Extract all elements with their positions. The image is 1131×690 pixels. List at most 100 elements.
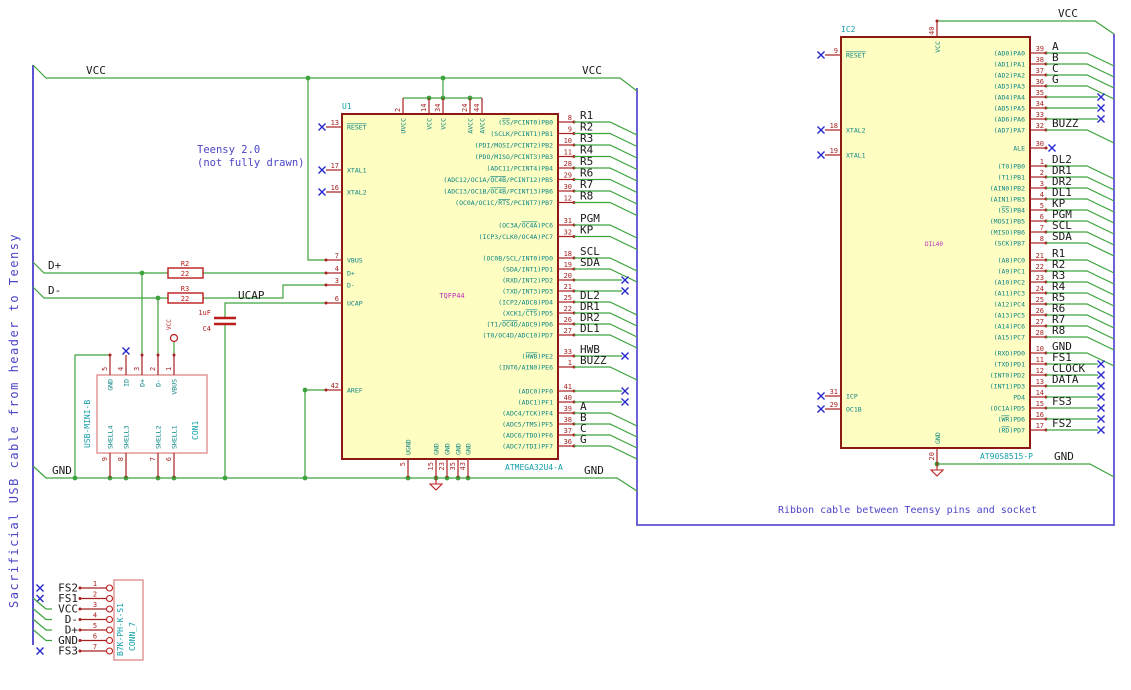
note-teensy-line2: (not fully drawn) — [197, 157, 304, 169]
pin-name: (ADC0)PF0 — [518, 388, 553, 396]
resistor-r2[interactable]: R222 — [167, 260, 204, 279]
pin-number: 7 — [93, 643, 97, 651]
pin-name: UGND — [405, 439, 413, 455]
net-label-fs3[interactable]: FS3 — [58, 645, 78, 658]
net-label-gnd[interactable]: GND — [1054, 450, 1074, 463]
pin-name: ALE — [1013, 145, 1025, 153]
pin-name: VCC — [440, 118, 448, 130]
pin-number: 15 — [427, 462, 435, 470]
no-connect-icon — [1097, 104, 1105, 112]
net-label-fs2[interactable]: FS2 — [1052, 417, 1072, 430]
pin-name: AREF — [347, 387, 363, 395]
conn7-header-symbol[interactable]: B7K-PH-K-S1 CONN_7 1 2 3 4 5 6 7 — [80, 579, 144, 661]
pin-name: D- — [155, 379, 163, 387]
pin-name: (MOSI)PB5 — [990, 218, 1025, 226]
net-label-g[interactable]: G — [580, 433, 587, 446]
pin-name: VCC — [426, 118, 434, 130]
net-label-data[interactable]: DATA — [1052, 373, 1079, 386]
net-label-buzz[interactable]: BUZZ — [1052, 117, 1079, 130]
net-label-vcc[interactable]: VCC — [86, 64, 106, 77]
net-label-sda[interactable]: SDA — [1052, 230, 1072, 243]
conn7-part-number: B7K-PH-K-S1 — [116, 603, 125, 656]
net-label-gnd[interactable]: GND — [52, 464, 72, 477]
ic2-part-number: AT90S8515-P — [980, 452, 1033, 461]
pin-number: 39 — [564, 405, 572, 413]
pin-name: UCAP — [347, 300, 363, 308]
ic2-at90s8515-symbol[interactable]: IC2DIL40AT90S8515-P40VCC20GND9RESET18XTA… — [825, 21, 1046, 464]
pin-number: 40 — [928, 27, 936, 35]
net-label-g[interactable]: G — [1052, 73, 1059, 86]
pin-circle — [105, 626, 114, 634]
pin-number: 31 — [830, 388, 838, 396]
net-label-dplus[interactable]: D+ — [48, 259, 62, 272]
pin-circle — [105, 605, 114, 613]
pin-name: (HWB)PE2 — [522, 353, 553, 361]
net-label-vcc[interactable]: VCC — [582, 64, 602, 77]
pin-name: (INT1)PD3 — [990, 383, 1025, 391]
conn7-reference: CONN_7 — [128, 622, 137, 651]
pin-number: 25 — [1036, 296, 1044, 304]
pin-number: 21 — [564, 283, 572, 291]
gnd-power-symbol-ic2[interactable] — [929, 464, 945, 477]
junction-dot — [222, 475, 228, 481]
resistor-value: 22 — [181, 270, 189, 278]
note-teensy-line1: Teensy 2.0 — [197, 144, 260, 156]
net-label-vcc[interactable]: VCC — [1058, 7, 1078, 20]
net-label-gnd[interactable]: GND — [584, 464, 604, 477]
pin-number: 33 — [1036, 111, 1044, 119]
pin-name: (SS)PB4 — [998, 207, 1025, 215]
usb-mini-b-connector-symbol[interactable]: 5 GND 4 ID 3 D+ 2 D- 1 VBUS 9 SHELL4 8 SHELL3 7 SHELL2 6… — [83, 355, 208, 478]
net-label-ucap[interactable]: UCAP — [238, 289, 265, 302]
capacitor-c4[interactable]: 1uF C4 — [198, 309, 236, 333]
vcc-power-symbol[interactable]: VCC — [166, 319, 179, 343]
net-label-fs3[interactable]: FS3 — [1052, 395, 1072, 408]
pin-name: (ADC5/TMS)PF5 — [502, 421, 553, 429]
pin-number: 9 — [568, 126, 572, 134]
net-label-r8[interactable]: R8 — [1052, 324, 1065, 337]
net-label-r8[interactable]: R8 — [580, 190, 593, 203]
u1-atmega32u4-symbol[interactable]: U1TQFP44ATMEGA32U4-A2UVCC14VCC34VCC24AVC… — [326, 98, 574, 478]
no-connect-icon — [1097, 415, 1105, 423]
resistor-r3[interactable]: R322 — [167, 285, 204, 304]
junction-dot — [139, 270, 145, 276]
net-label-buzz[interactable]: BUZZ — [580, 354, 607, 367]
pin-name: RESET — [347, 124, 367, 132]
wire — [32, 64, 638, 92]
gnd-power-symbol-u1[interactable] — [428, 478, 444, 491]
no-connect-icon — [621, 398, 629, 406]
pin-name: (AD2)PA2 — [994, 72, 1025, 80]
net-label-kp[interactable]: KP — [580, 224, 594, 237]
net-label-dl1[interactable]: DL1 — [580, 322, 600, 335]
net-label-dminus[interactable]: D- — [48, 284, 61, 297]
pin-number: 3 — [133, 367, 141, 371]
capacitor-value: 1uF — [198, 309, 211, 317]
pin-number: 29 — [830, 401, 838, 409]
no-connect-icon — [621, 352, 629, 360]
pin-name: (AD1)PA1 — [994, 61, 1025, 69]
pin-name: (OC0A/OC1C/RTS/PCINT7)PB7 — [455, 199, 553, 207]
pin-name: XTAL2 — [347, 189, 367, 197]
net-label-sda[interactable]: SDA — [580, 256, 600, 269]
no-connect-icon — [621, 276, 629, 284]
pin-name: (AD0)PA0 — [994, 50, 1025, 58]
pin-number: 19 — [564, 261, 572, 269]
pin-number: 8 — [1040, 235, 1044, 243]
no-connect-icon — [1097, 115, 1105, 123]
wire — [574, 366, 638, 381]
resistor-reference: R2 — [181, 260, 189, 268]
wire — [32, 608, 52, 621]
pin-number: 23 — [1036, 274, 1044, 282]
no-connect-icon — [1097, 93, 1105, 101]
pin-number: 11 — [564, 149, 572, 157]
no-connect-icon — [1097, 382, 1105, 390]
pin-number: 37 — [564, 427, 572, 435]
pin-name: UVCC — [400, 118, 408, 134]
pin-number: 18 — [564, 250, 572, 258]
pin-name: VCC — [934, 41, 942, 53]
ground-icon — [929, 464, 945, 477]
pin-number: 9 — [101, 457, 109, 461]
pin-number: 18 — [830, 122, 838, 130]
pin-name: (SCK)PB7 — [994, 240, 1025, 248]
pin-name: GND — [107, 379, 115, 391]
pin-number: 9 — [834, 47, 838, 55]
